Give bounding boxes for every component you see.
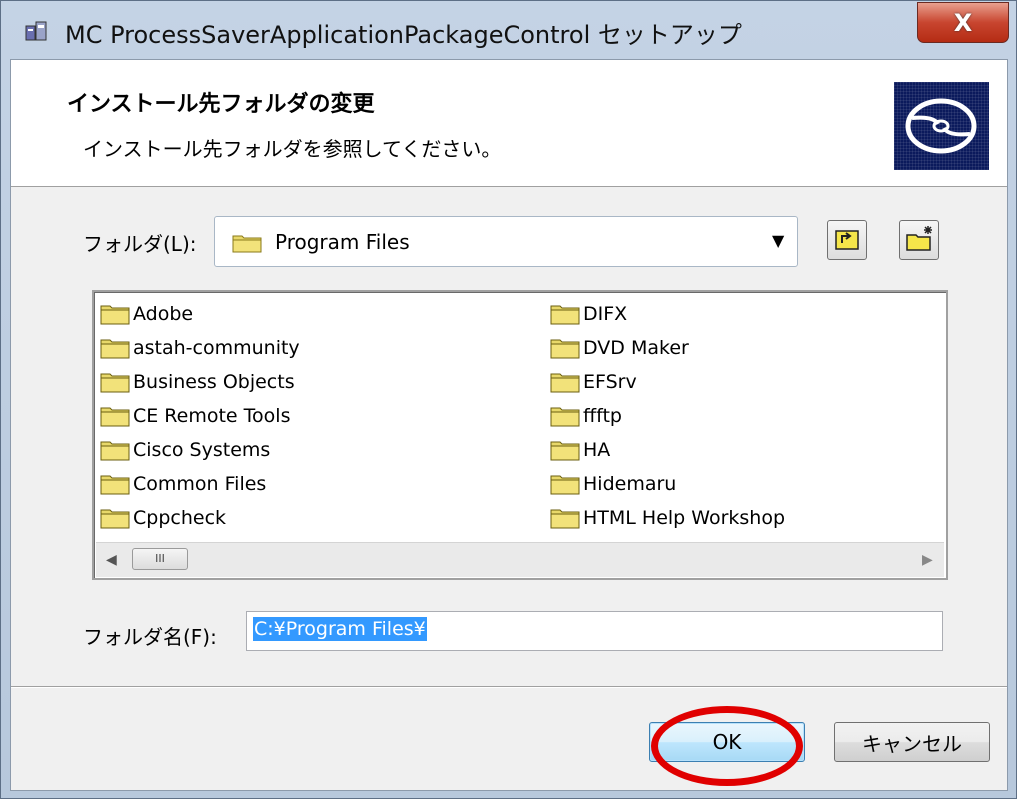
list-item[interactable]: Adobe bbox=[100, 299, 193, 329]
list-item-label: Adobe bbox=[133, 303, 194, 325]
list-item-label: Hidemaru bbox=[583, 473, 677, 495]
folder-icon bbox=[100, 339, 130, 359]
list-item-label: HA bbox=[583, 439, 611, 461]
scroll-left-arrow-icon[interactable]: ◀ bbox=[106, 552, 117, 568]
list-item[interactable]: astah-community bbox=[100, 333, 300, 363]
list-item-label: Common Files bbox=[133, 473, 267, 495]
list-item[interactable]: EFSrv bbox=[550, 367, 637, 397]
list-item-label: Cppcheck bbox=[133, 507, 227, 529]
scroll-right-arrow-icon[interactable]: ▶ bbox=[922, 552, 933, 568]
close-button[interactable]: X bbox=[917, 2, 1009, 43]
cancel-button-label: キャンセル bbox=[862, 731, 962, 756]
folder-list[interactable]: Adobe astah-community Business Objects CE R… bbox=[92, 290, 948, 580]
wizard-header: インストール先フォルダの変更 インストール先フォルダを参照してください。 bbox=[11, 60, 1007, 187]
list-item[interactable]: Hidemaru bbox=[550, 469, 676, 499]
divider bbox=[11, 686, 1007, 688]
list-item[interactable]: DVD Maker bbox=[550, 333, 689, 363]
ok-button[interactable]: OK bbox=[649, 722, 805, 762]
folder-icon bbox=[232, 235, 262, 253]
list-item-label: DIFX bbox=[583, 303, 628, 325]
folder-icon bbox=[550, 373, 580, 393]
new-folder-icon bbox=[906, 226, 932, 251]
list-item-label: DVD Maker bbox=[583, 337, 689, 359]
folder-combobox[interactable]: Program Files ▼ bbox=[214, 216, 798, 267]
folder-icon bbox=[100, 373, 130, 393]
list-item[interactable]: Business Objects bbox=[100, 367, 295, 397]
folder-combo-value: Program Files bbox=[275, 230, 410, 254]
folder-name-value: C:¥Program Files¥ bbox=[253, 617, 427, 641]
ok-button-label: OK bbox=[712, 730, 742, 754]
page-title: インストール先フォルダの変更 bbox=[67, 92, 375, 117]
list-item-label: Business Objects bbox=[133, 371, 295, 393]
dialog-body: インストール先フォルダの変更 インストール先フォルダを参照してください。 フォル… bbox=[10, 59, 1008, 791]
chevron-down-icon[interactable]: ▼ bbox=[772, 231, 784, 250]
list-item[interactable]: HA bbox=[550, 435, 610, 465]
list-item-label: HTML Help Workshop bbox=[583, 507, 786, 529]
close-icon: X bbox=[953, 8, 973, 37]
page-subtitle: インストール先フォルダを参照してください。 bbox=[83, 137, 502, 161]
title-bar[interactable]: MC ProcessSaverApplicationPackageControl… bbox=[1, 1, 1016, 59]
folder-icon bbox=[100, 441, 130, 461]
list-item[interactable]: Cppcheck bbox=[100, 503, 226, 533]
list-item-label: CE Remote Tools bbox=[133, 405, 291, 427]
installer-icon bbox=[25, 21, 47, 41]
folder-name-input[interactable]: C:¥Program Files¥ bbox=[246, 611, 943, 651]
folder-icon bbox=[100, 305, 130, 325]
list-item[interactable]: CE Remote Tools bbox=[100, 401, 290, 431]
horizontal-scrollbar[interactable]: ◀ III ▶ bbox=[96, 542, 944, 577]
folder-up-icon bbox=[835, 230, 859, 250]
folder-icon bbox=[100, 475, 130, 495]
folder-icon bbox=[550, 441, 580, 461]
folder-name-label: フォルダ名(F): bbox=[83, 625, 217, 649]
folder-combo-label: フォルダ(L): bbox=[83, 232, 197, 256]
scrollbar-thumb[interactable]: III bbox=[132, 548, 188, 570]
folder-icon bbox=[550, 509, 580, 529]
folder-icon bbox=[550, 339, 580, 359]
list-item-label: astah-community bbox=[133, 337, 300, 359]
list-item[interactable]: Common Files bbox=[100, 469, 266, 499]
folder-icon bbox=[550, 475, 580, 495]
list-item-label: EFSrv bbox=[583, 371, 637, 393]
window-title: MC ProcessSaverApplicationPackageControl… bbox=[65, 21, 742, 49]
list-item-label: ffftp bbox=[583, 405, 622, 427]
folder-icon bbox=[550, 305, 580, 325]
list-item[interactable]: HTML Help Workshop bbox=[550, 503, 785, 533]
up-one-level-button[interactable] bbox=[827, 220, 867, 260]
list-item[interactable]: Cisco Systems bbox=[100, 435, 270, 465]
folder-icon bbox=[550, 407, 580, 427]
cancel-button[interactable]: キャンセル bbox=[834, 722, 990, 762]
setup-window: MC ProcessSaverApplicationPackageControl… bbox=[0, 0, 1017, 799]
cd-disc-icon bbox=[894, 82, 989, 170]
list-item[interactable]: ffftp bbox=[550, 401, 622, 431]
list-item-label: Cisco Systems bbox=[133, 439, 271, 461]
new-folder-button[interactable] bbox=[899, 220, 939, 260]
folder-icon bbox=[100, 407, 130, 427]
folder-icon bbox=[100, 509, 130, 529]
list-item[interactable]: DIFX bbox=[550, 299, 627, 329]
